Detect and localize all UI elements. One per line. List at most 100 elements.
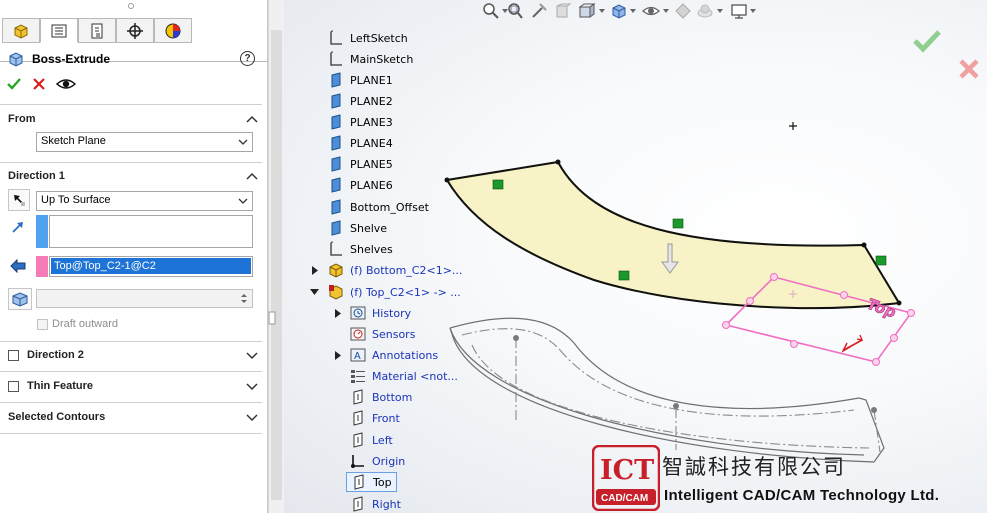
draft-outward-checkbox[interactable] [37, 319, 48, 330]
tree-item-label: Bottom [372, 390, 413, 404]
plane-icon [331, 72, 341, 88]
tree-item-label: Right [372, 497, 401, 511]
chevron-down-icon[interactable] [246, 381, 258, 391]
cancel-x-icon[interactable] [32, 76, 46, 92]
scrollbar-thumb[interactable] [271, 30, 282, 500]
tree-item[interactable]: Right [350, 494, 401, 513]
tree-item-label: Bottom_Offset [350, 200, 429, 214]
page-title: Boss-Extrude [32, 52, 111, 66]
tree-item[interactable]: PLANE3 [328, 112, 393, 132]
company-name-chinese: 智誠科技有限公司 [662, 455, 846, 479]
face-selection-item[interactable]: Top@Top_C2-1@C2 [51, 258, 251, 274]
tree-item[interactable]: Origin [350, 451, 405, 471]
sketch-icon [330, 51, 342, 66]
chevron-up-icon[interactable] [246, 171, 258, 181]
face-selection-box[interactable]: Top@Top_C2-1@C2 [49, 256, 253, 277]
material-icon [351, 370, 365, 383]
tree-item-part[interactable]: (f) Top_C2<1> -> ... [328, 282, 461, 302]
tree-item-label: Material <not... [372, 369, 458, 383]
svg-text:A: A [354, 351, 361, 362]
plane-icon [331, 199, 341, 215]
tree-item-part[interactable]: (f) Bottom_C2<1>... [328, 260, 462, 280]
boss-extrude-icon [9, 52, 23, 67]
property-manager-icon[interactable] [40, 18, 78, 43]
tree-item[interactable]: PLANE6 [328, 175, 393, 195]
part-icon [329, 285, 343, 300]
tree-item-label: Sensors [372, 327, 416, 341]
tree-item-label: PLANE2 [350, 94, 393, 108]
ok-check-icon[interactable] [6, 76, 22, 92]
panel-grip[interactable] [128, 3, 134, 9]
tree-item-label: PLANE1 [350, 73, 393, 87]
expand-arrow-icon[interactable] [311, 266, 319, 275]
draft-icon [12, 292, 28, 307]
expand-arrow-icon[interactable] [334, 309, 342, 318]
divider [0, 371, 262, 372]
graphics-area[interactable]: Top LeftSketch MainSketch PLANE1 PLANE2 … [284, 0, 987, 513]
display-manager-icon[interactable] [154, 18, 192, 43]
detailed-preview-eye-icon[interactable] [56, 76, 76, 92]
tree-item-label: Origin [372, 454, 406, 468]
plane-icon [331, 177, 341, 193]
configuration-manager-icon[interactable] [78, 18, 116, 43]
part-icon [329, 263, 343, 278]
confirm-cancel-icon[interactable] [958, 58, 980, 80]
tree-item[interactable]: Material <not... [350, 366, 458, 386]
thin-feature-checkbox[interactable] [8, 381, 19, 392]
tree-item[interactable]: MainSketch [328, 49, 413, 69]
property-manager-panel: Boss-Extrude ? From Sketch Plane Directi… [0, 0, 268, 513]
tree-item-selected[interactable]: Top [346, 472, 397, 492]
tree-item[interactable]: LeftSketch [328, 28, 408, 48]
divider [0, 104, 262, 105]
tree-item[interactable]: History [350, 303, 411, 323]
tree-item[interactable]: Shelves [328, 239, 393, 259]
svg-text:ICT: ICT [600, 455, 654, 486]
tree-item-label: LeftSketch [350, 31, 408, 45]
tree-item[interactable]: Left [350, 430, 393, 450]
tree-item[interactable]: A Annotations [350, 345, 438, 365]
panel-scrollbar[interactable] [268, 0, 284, 513]
reverse-direction-button[interactable] [8, 189, 30, 211]
draft-angle-field[interactable] [36, 289, 253, 308]
tree-item-label: Shelves [350, 242, 393, 256]
collapse-arrow-icon[interactable] [310, 288, 319, 296]
company-watermark: ICT CAD/CAM 智誠科技有限公司 Intelligent CAD/CAM… [592, 443, 987, 513]
spin-arrows-icon[interactable] [239, 292, 249, 305]
draft-outward-label: Draft outward [52, 318, 119, 330]
tree-item[interactable]: PLANE1 [328, 70, 393, 90]
dimxpert-icon[interactable] [116, 18, 154, 43]
direction2-checkbox[interactable] [8, 350, 19, 361]
tree-item[interactable]: Sensors [350, 324, 415, 344]
tree-item[interactable]: PLANE4 [328, 133, 393, 153]
tree-item[interactable]: Front [350, 408, 400, 428]
plane-icon [331, 135, 341, 151]
draft-on-off-button[interactable] [8, 288, 32, 310]
tree-item[interactable]: PLANE5 [328, 154, 393, 174]
feature-manager-icon[interactable] [2, 18, 40, 43]
divider [0, 402, 262, 403]
chevron-down-icon[interactable] [246, 350, 258, 360]
help-icon[interactable]: ? [240, 51, 255, 66]
direction-selection-box[interactable] [49, 215, 253, 248]
tree-item[interactable]: Bottom [350, 387, 412, 407]
chevron-down-icon[interactable] [246, 412, 258, 422]
from-select-value: Sketch Plane [41, 135, 106, 147]
panel-splitter-handle[interactable] [268, 311, 276, 325]
sketch-icon [330, 241, 342, 256]
expand-arrow-icon[interactable] [334, 351, 342, 360]
tree-item[interactable]: PLANE2 [328, 91, 393, 111]
confirm-ok-icon[interactable] [912, 28, 942, 54]
tree-item-label: (f) Top_C2<1> -> ... [350, 285, 461, 299]
from-select[interactable]: Sketch Plane [36, 132, 253, 152]
manager-tabs [0, 18, 268, 62]
tree-item[interactable]: Bottom_Offset [328, 197, 429, 217]
chevron-up-icon[interactable] [246, 114, 258, 124]
plane-icon [331, 220, 341, 236]
chevron-down-icon [238, 198, 248, 204]
history-icon [350, 306, 366, 320]
tree-item-label: MainSketch [350, 52, 414, 66]
tree-item[interactable]: Shelve [328, 218, 387, 238]
tree-item-label: Front [372, 411, 400, 425]
tree-item-label: PLANE4 [350, 136, 393, 150]
end-condition-select[interactable]: Up To Surface [36, 191, 253, 211]
